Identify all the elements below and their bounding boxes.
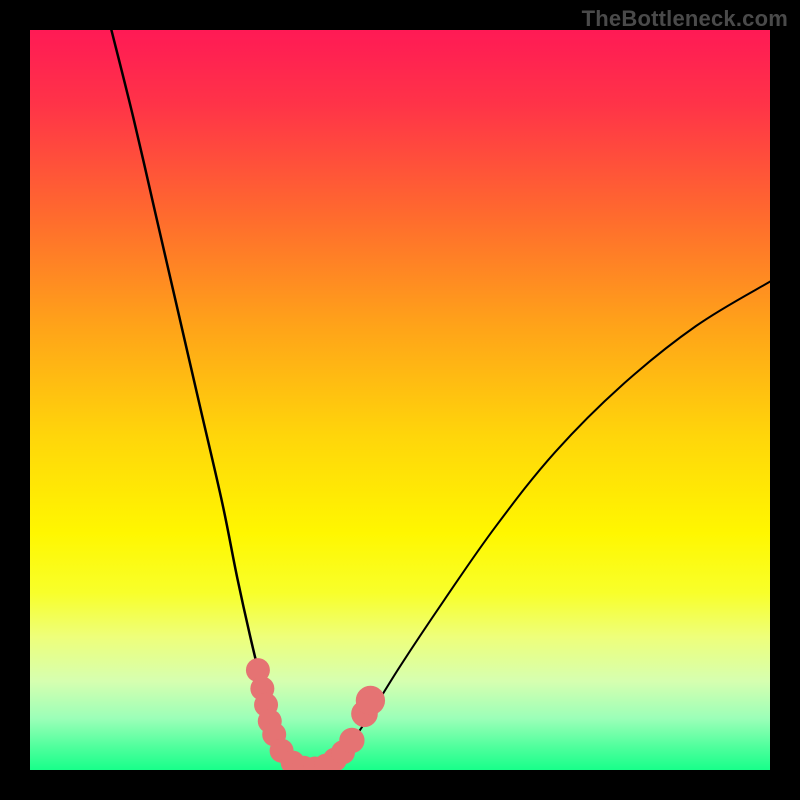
watermark-text: TheBottleneck.com [582, 6, 788, 32]
data-marker [356, 686, 385, 715]
chart-svg [30, 30, 770, 770]
data-markers [246, 658, 385, 770]
left-curve [111, 30, 311, 770]
plot-area [30, 30, 770, 770]
chart-frame: TheBottleneck.com [0, 0, 800, 800]
data-marker [339, 728, 364, 753]
